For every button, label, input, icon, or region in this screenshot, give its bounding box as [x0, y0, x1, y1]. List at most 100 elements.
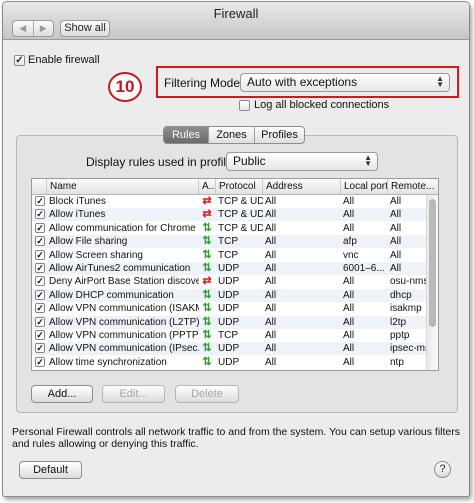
rule-local-port: All [343, 196, 355, 207]
help-icon[interactable]: ? [434, 461, 451, 478]
rule-local-port: All [343, 330, 355, 341]
scrollbar-thumb[interactable] [429, 199, 436, 327]
table-row[interactable]: ✓ Allow VPN communication (L2TP) UDP All All… [32, 315, 427, 329]
rule-name: Allow VPN communication (IPsec... [49, 343, 199, 355]
rule-protocol: TCP & UDP [218, 222, 263, 234]
column-header-remote[interactable]: Remote... [388, 179, 438, 194]
tab-zones[interactable]: Zones [208, 127, 254, 143]
rule-local-port: All [343, 289, 355, 301]
table-row[interactable]: ✓ Allow VPN communication (IPsec... UDP All… [32, 342, 430, 356]
allow-arrows-icon: ⇅ [202, 262, 212, 274]
rule-enabled-checkbox[interactable]: ✓ [35, 222, 45, 233]
log-blocked-checkbox[interactable] [239, 100, 250, 111]
table-row[interactable]: ✓Block iTunesTCP & UDPAllAllAll⇄ [32, 195, 427, 208]
filtering-mode-select[interactable]: Auto with exceptions ▲ ▼ [240, 73, 450, 92]
forward-arrow-icon[interactable]: ▶ [32, 21, 54, 36]
rule-enabled-checkbox[interactable]: ✓ [35, 209, 45, 220]
column-header-address[interactable]: Address [263, 179, 341, 194]
add-button[interactable]: Add... [31, 385, 93, 403]
column-header-check[interactable] [32, 179, 47, 194]
column-header-action[interactable]: A... [199, 179, 216, 194]
tab-rules[interactable]: Rules [164, 127, 208, 143]
allow-arrows-icon: ⇅ [202, 235, 212, 248]
rule-protocol: UDP [218, 289, 240, 301]
tab-profiles[interactable]: Profiles [254, 127, 304, 143]
table-row[interactable]: ✓ Allow communication for Chrome TCP & UDP… [32, 222, 427, 235]
rule-address: All [265, 263, 277, 274]
firewall-description: Personal Firewall controls all network t… [12, 426, 461, 450]
rule-remote-port: All [390, 263, 402, 274]
block-arrows-icon: ⇄ [202, 195, 212, 207]
rule-enabled-checkbox[interactable]: ✓ [35, 276, 45, 287]
rule-enabled-checkbox[interactable]: ✓ [35, 330, 45, 340]
rule-protocol: TCP [218, 249, 238, 261]
rule-local-port: All [343, 209, 355, 221]
rule-enabled-checkbox[interactable]: ✓ [35, 196, 45, 206]
rule-enabled-checkbox[interactable]: ✓ [35, 343, 45, 354]
rule-local-port: All [343, 222, 355, 234]
nav-buttons: ◀ ▶ [12, 20, 54, 37]
table-row[interactable]: ✓ Allow AirTunes2 communication UDP All 6001… [32, 262, 427, 275]
delete-button[interactable]: Delete [175, 385, 239, 403]
rule-address: All [265, 343, 277, 355]
filtering-mode-label: Filtering Mode: [164, 76, 244, 90]
table-row[interactable]: ✓ Deny AirPort Base Station discovery UDP A… [32, 275, 428, 288]
rule-protocol: UDP [218, 263, 240, 274]
rule-protocol: UDP [218, 316, 240, 328]
allow-arrows-icon: ⇅ [202, 248, 212, 261]
block-arrows-icon: ⇄ [202, 208, 212, 221]
tab-bar: Rules Zones Profiles [163, 126, 305, 144]
rule-enabled-checkbox[interactable]: ✓ [35, 303, 45, 314]
table-scrollbar[interactable] [426, 195, 438, 370]
profile-label: Display rules used in profile: [86, 155, 237, 169]
rule-enabled-checkbox[interactable]: ✓ [35, 236, 45, 247]
profile-select[interactable]: Public ▲ ▼ [226, 152, 378, 171]
table-row[interactable]: ✓ Allow VPN communication (ISAKM... UDP All… [32, 302, 427, 315]
rule-remote-port: All [390, 196, 402, 207]
rule-name: Allow AirTunes2 communication [49, 263, 191, 274]
column-header-local-port[interactable]: Local port [341, 179, 388, 194]
rule-address: All [265, 236, 277, 248]
rule-enabled-checkbox[interactable]: ✓ [35, 356, 45, 367]
log-blocked-label: Log all blocked connections [254, 99, 390, 111]
block-arrows-icon: ⇄ [202, 275, 212, 288]
title-bar: Firewall ◀ ▶ Show all [3, 2, 469, 40]
rule-remote-port: l2tp [390, 316, 407, 328]
table-row[interactable]: ✓ Allow VPN communication (PPTP) TCP All All… [32, 329, 427, 342]
back-arrow-icon[interactable]: ◀ [13, 21, 33, 36]
table-row[interactable]: ✓ Allow time synchronization UDP All All ntp ⇅ [32, 356, 427, 369]
rule-address: All [265, 330, 277, 341]
rule-protocol: UDP [218, 276, 240, 288]
rule-local-port: 6001–6... [343, 263, 385, 274]
rule-name: Block iTunes [49, 196, 106, 207]
allow-arrows-icon: ⇅ [202, 329, 212, 341]
column-header-name[interactable]: Name [47, 179, 199, 194]
table-row[interactable]: ✓Allow iTunesTCP & UDPAllAllAll⇄ [32, 208, 427, 222]
column-header-protocol[interactable]: Protocol [216, 179, 263, 194]
rule-protocol: TCP & UDP [218, 209, 263, 221]
rule-address: All [265, 196, 277, 207]
rule-local-port: All [343, 303, 355, 315]
rule-enabled-checkbox[interactable]: ✓ [35, 249, 45, 260]
rule-remote-port: pptp [390, 330, 410, 341]
table-header: Name A... Protocol Address Local port Re… [32, 179, 438, 195]
rule-remote-port: dhcp [390, 289, 412, 301]
rule-enabled-checkbox[interactable]: ✓ [35, 289, 45, 300]
rule-name: Allow DHCP communication [49, 289, 174, 301]
firewall-window: Firewall ◀ ▶ Show all ✓ Enable firewall … [2, 1, 470, 497]
edit-button[interactable]: Edit... [102, 385, 165, 403]
profile-value: Public [233, 154, 266, 168]
default-button[interactable]: Default [19, 461, 82, 479]
table-row[interactable]: ✓ Allow Screen sharing TCP All vnc All ⇅ [32, 249, 427, 262]
rule-enabled-checkbox[interactable]: ✓ [35, 316, 45, 327]
rule-enabled-checkbox[interactable]: ✓ [35, 263, 45, 273]
show-all-button[interactable]: Show all [60, 20, 110, 37]
filtering-mode-value: Auto with exceptions [247, 75, 358, 89]
table-row[interactable]: ✓ Allow File sharing TCP All afp All ⇅ [32, 235, 427, 249]
rule-protocol: TCP [218, 236, 238, 248]
rule-remote-port: All [390, 222, 402, 234]
allow-arrows-icon: ⇅ [202, 221, 212, 234]
rule-remote-port: All [390, 209, 402, 221]
enable-firewall-checkbox[interactable]: ✓ [14, 55, 25, 66]
table-row[interactable]: ✓ Allow DHCP communication UDP All All dhcp ⇅ [32, 288, 427, 302]
